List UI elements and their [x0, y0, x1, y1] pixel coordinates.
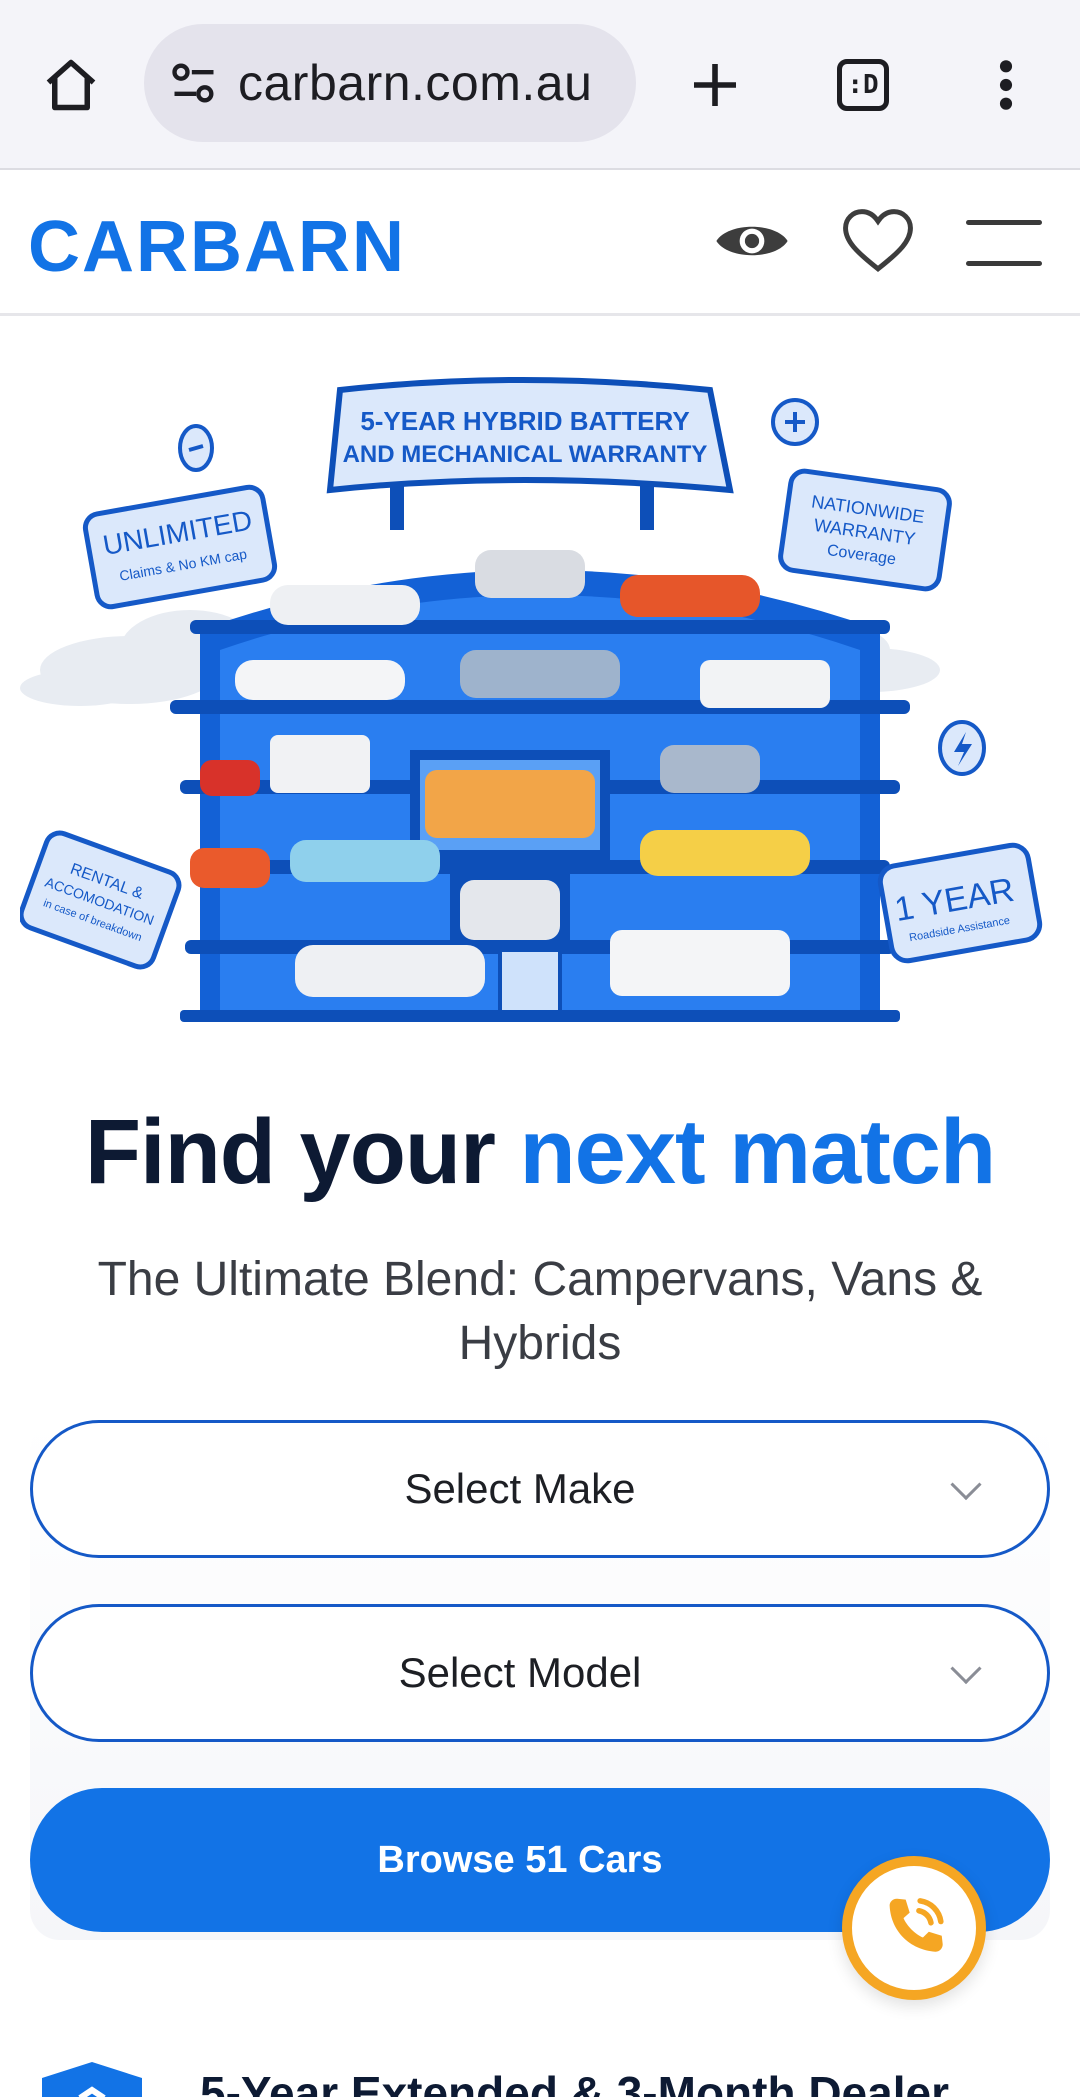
home-icon [46, 59, 96, 111]
lightning-icon [938, 720, 986, 776]
shield-icon [42, 2062, 142, 2097]
warranty-banner: 5-YEAR HYBRID BATTERY AND MECHANICAL WAR… [326, 377, 734, 530]
page-subheadline: The Ultimate Blend: Campervans, Vans & H… [97, 1253, 983, 1370]
warranty-teaser: 5-Year Extended & 3-Month Dealer [0, 2040, 1080, 2097]
headline-accent: next match [519, 1101, 996, 1203]
new-tab-button[interactable] [680, 50, 750, 120]
select-model-dropdown[interactable]: Select Model [30, 1604, 1050, 1742]
browser-toolbar: carbarn.com.au :D [0, 0, 1080, 170]
browse-cars-label: Browse 51 Cars [377, 1838, 663, 1881]
hero-illustration: 5-YEAR HYBRID BATTERY AND MECHANICAL WAR… [20, 377, 1043, 1022]
heart-icon [843, 209, 913, 272]
select-model-label: Select Model [398, 1649, 642, 1696]
hamburger-line [966, 220, 1042, 225]
site-settings-icon[interactable] [166, 55, 222, 111]
select-make-dropdown[interactable]: Select Make [30, 1420, 1050, 1558]
address-bar[interactable]: carbarn.com.au [144, 24, 636, 142]
select-make-label: Select Make [404, 1465, 636, 1512]
badge-rental: RENTAL & ACCOMODATION in case of breakdo… [20, 830, 182, 970]
teaser-text: 5-Year Extended & 3-Month Dealer [200, 2067, 949, 2097]
badge-nationwide: NATIONWIDE WARRANTY Coverage [778, 468, 952, 592]
hamburger-menu-button[interactable] [966, 212, 1042, 274]
tab-switcher-button[interactable]: :D [826, 50, 900, 120]
banner-line2: AND MECHANICAL WARRANTY [343, 441, 708, 468]
url-text: carbarn.com.au [238, 55, 593, 111]
minus-icon [178, 424, 214, 472]
eye-icon [716, 226, 788, 256]
favourites-button[interactable] [836, 202, 920, 280]
tab-count: :D [837, 59, 889, 111]
call-button[interactable] [842, 1856, 986, 2000]
site-header: CARBARN [0, 172, 1080, 316]
banner-line1: 5-YEAR HYBRID BATTERY [360, 406, 689, 436]
headline-part1: Find your [84, 1101, 520, 1203]
home-button[interactable] [36, 50, 106, 120]
hamburger-line [966, 261, 1042, 266]
badge-unlimited: UNLIMITED Claims & No KM cap [82, 484, 278, 610]
carbarn-logo[interactable]: CARBARN [28, 206, 406, 288]
chevron-down-icon [950, 1469, 982, 1501]
chevron-down-icon [950, 1653, 982, 1685]
recently-viewed-button[interactable] [712, 206, 792, 276]
more-vertical-icon [999, 60, 1013, 110]
plus-bubble-icon [771, 398, 819, 446]
plus-icon [694, 64, 736, 106]
page-headline: Find your next match [0, 1100, 1080, 1205]
browser-menu-button[interactable] [976, 50, 1036, 120]
badge-roadside: 1 YEAR Roadside Assistance [877, 842, 1043, 964]
phone-icon [889, 1898, 944, 1952]
